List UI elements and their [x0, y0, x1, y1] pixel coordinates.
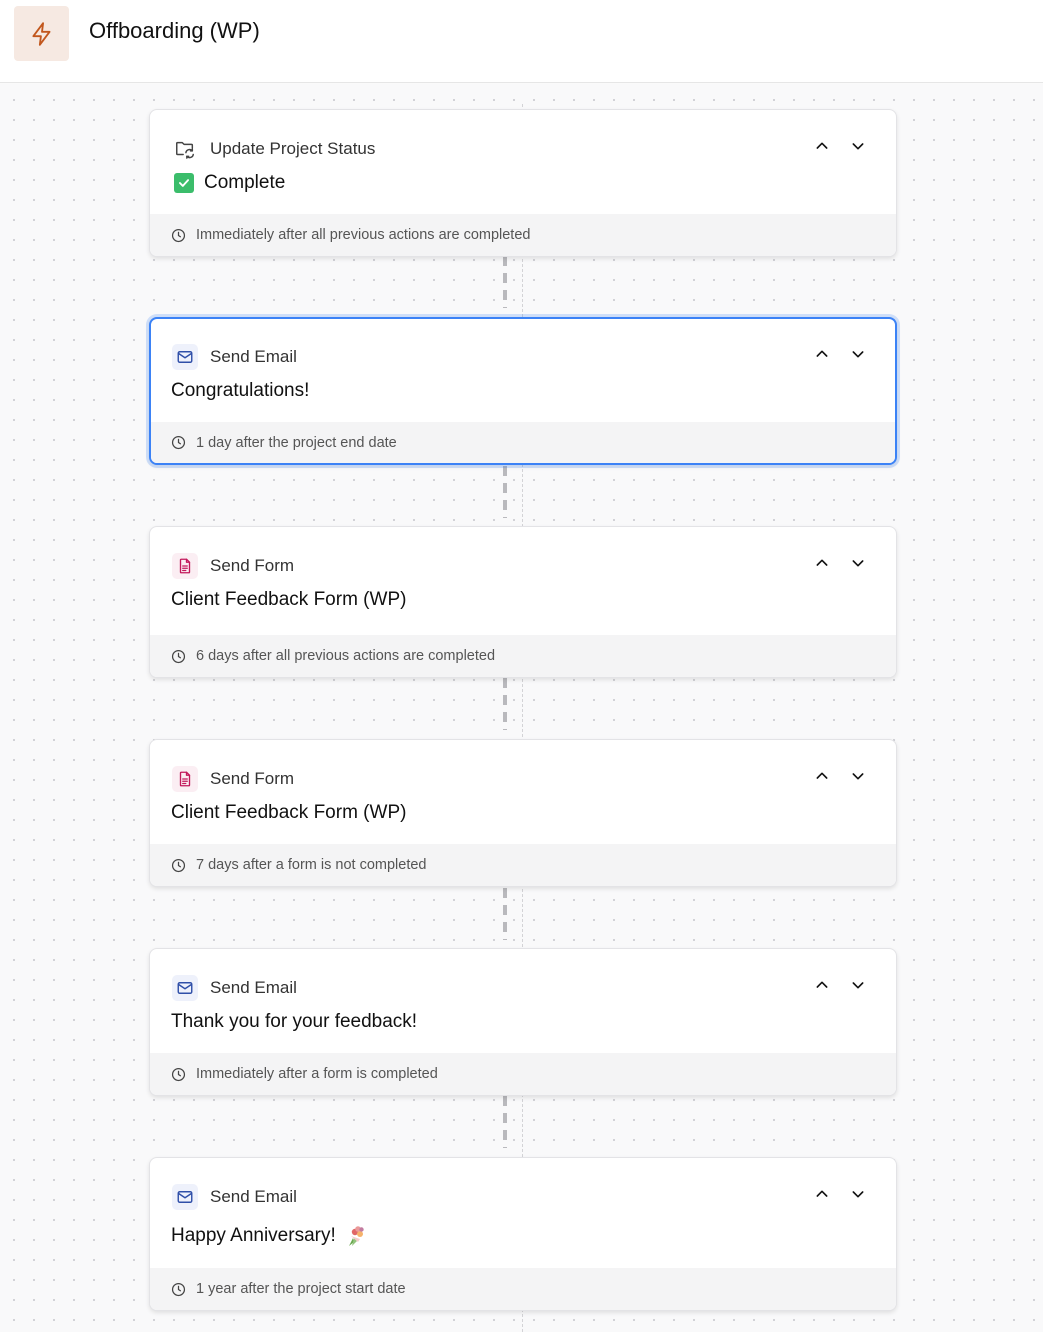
step-timing: 6 days after all previous actions are co… — [150, 635, 896, 677]
check-box-icon — [174, 173, 194, 193]
chevron-down-icon[interactable] — [848, 553, 868, 573]
workflow-title: Offboarding (WP) — [89, 18, 260, 43]
chevron-down-icon[interactable] — [848, 344, 868, 364]
step-timing-text: Immediately after all previous actions a… — [196, 227, 531, 243]
reorder-controls — [812, 136, 868, 156]
step-title: Client Feedback Form (WP) — [171, 802, 406, 824]
step-type: Send Email — [172, 1184, 297, 1210]
step-title: Congratulations! — [171, 380, 309, 402]
mail-icon — [172, 344, 198, 370]
step-card-send-form-1[interactable]: Send Form Client Feedback Form (WP) 6 da… — [149, 526, 897, 678]
chevron-up-icon[interactable] — [812, 975, 832, 995]
step-connector — [503, 466, 507, 518]
step-type-label: Send Email — [210, 978, 297, 997]
step-type-label: Update Project Status — [210, 139, 376, 158]
step-connector — [503, 678, 507, 730]
step-timing-text: 7 days after a form is not completed — [196, 857, 427, 873]
step-type: Send Email — [172, 975, 297, 1001]
mail-icon — [172, 1184, 198, 1210]
step-timing: 7 days after a form is not completed — [150, 844, 896, 886]
clock-icon — [171, 649, 186, 664]
step-type-label: Send Form — [210, 769, 295, 788]
clock-icon — [171, 228, 186, 243]
chevron-down-icon[interactable] — [848, 1184, 868, 1204]
mail-icon — [172, 975, 198, 1001]
step-timing-text: 1 day after the project end date — [196, 434, 397, 451]
chevron-down-icon[interactable] — [848, 136, 868, 156]
chevron-down-icon[interactable] — [848, 975, 868, 995]
clock-icon — [171, 1282, 186, 1297]
step-title: Complete — [171, 172, 285, 194]
step-timing-text: 1 year after the project start date — [196, 1281, 406, 1297]
step-connector — [503, 1096, 507, 1148]
chevron-up-icon[interactable] — [812, 1184, 832, 1204]
form-document-icon — [172, 553, 198, 579]
step-title-text: Client Feedback Form (WP) — [171, 802, 407, 823]
step-timing: 1 year after the project start date — [150, 1268, 896, 1310]
step-type: Send Form — [172, 553, 294, 579]
chevron-up-icon[interactable] — [812, 344, 832, 364]
workflow-canvas: Update Project Status Complete Immediate… — [0, 84, 1043, 1332]
step-type-label: Send Form — [210, 556, 295, 575]
step-title-text: Happy Anniversary! — [171, 1225, 336, 1246]
step-card-send-email-feedback[interactable]: Send Email Thank you for your feedback! … — [149, 948, 897, 1096]
folder-sync-icon — [172, 136, 198, 162]
reorder-controls — [812, 975, 868, 995]
chevron-up-icon[interactable] — [812, 553, 832, 573]
step-card-send-email-congratulations[interactable]: Send Email Congratulations! 1 day after … — [149, 317, 897, 465]
step-timing: 1 day after the project end date — [151, 422, 895, 463]
reorder-controls — [812, 553, 868, 573]
step-type: Update Project Status — [172, 136, 375, 162]
step-title-text: Congratulations! — [171, 380, 310, 401]
step-connector — [503, 888, 507, 940]
reorder-controls — [812, 1184, 868, 1204]
workflow-header: Offboarding (WP) — [0, 0, 1043, 83]
lightning-icon[interactable] — [14, 6, 69, 61]
step-title-text: Complete — [204, 172, 286, 193]
step-title-text: Thank you for your feedback! — [171, 1011, 418, 1032]
chevron-down-icon[interactable] — [848, 766, 868, 786]
step-timing-text: 6 days after all previous actions are co… — [196, 648, 496, 664]
step-card-send-email-anniversary[interactable]: Send Email Happy Anniversary! 1 year aft… — [149, 1157, 897, 1311]
step-card-update-status[interactable]: Update Project Status Complete Immediate… — [149, 109, 897, 257]
step-timing: Immediately after a form is completed — [150, 1053, 896, 1095]
step-type: Send Email — [172, 344, 297, 370]
step-card-send-form-2[interactable]: Send Form Client Feedback Form (WP) 7 da… — [149, 739, 897, 887]
step-title: Thank you for your feedback! — [171, 1011, 417, 1033]
chevron-up-icon[interactable] — [812, 136, 832, 156]
clock-icon — [171, 1067, 186, 1082]
step-timing: Immediately after all previous actions a… — [150, 214, 896, 256]
clock-icon — [171, 858, 186, 873]
clock-icon — [171, 435, 186, 450]
reorder-controls — [812, 344, 868, 364]
step-title: Happy Anniversary! — [171, 1224, 368, 1248]
step-type-label: Send Email — [210, 1187, 297, 1206]
bouquet-icon — [344, 1224, 368, 1248]
chevron-up-icon[interactable] — [812, 766, 832, 786]
step-timing-text: Immediately after a form is completed — [196, 1066, 438, 1082]
step-title: Client Feedback Form (WP) — [171, 589, 406, 611]
reorder-controls — [812, 766, 868, 786]
step-connector — [503, 256, 507, 308]
step-title-text: Client Feedback Form (WP) — [171, 589, 407, 610]
step-type-label: Send Email — [210, 347, 297, 366]
step-type: Send Form — [172, 766, 294, 792]
form-document-icon — [172, 766, 198, 792]
flow-guideline — [522, 104, 523, 1332]
